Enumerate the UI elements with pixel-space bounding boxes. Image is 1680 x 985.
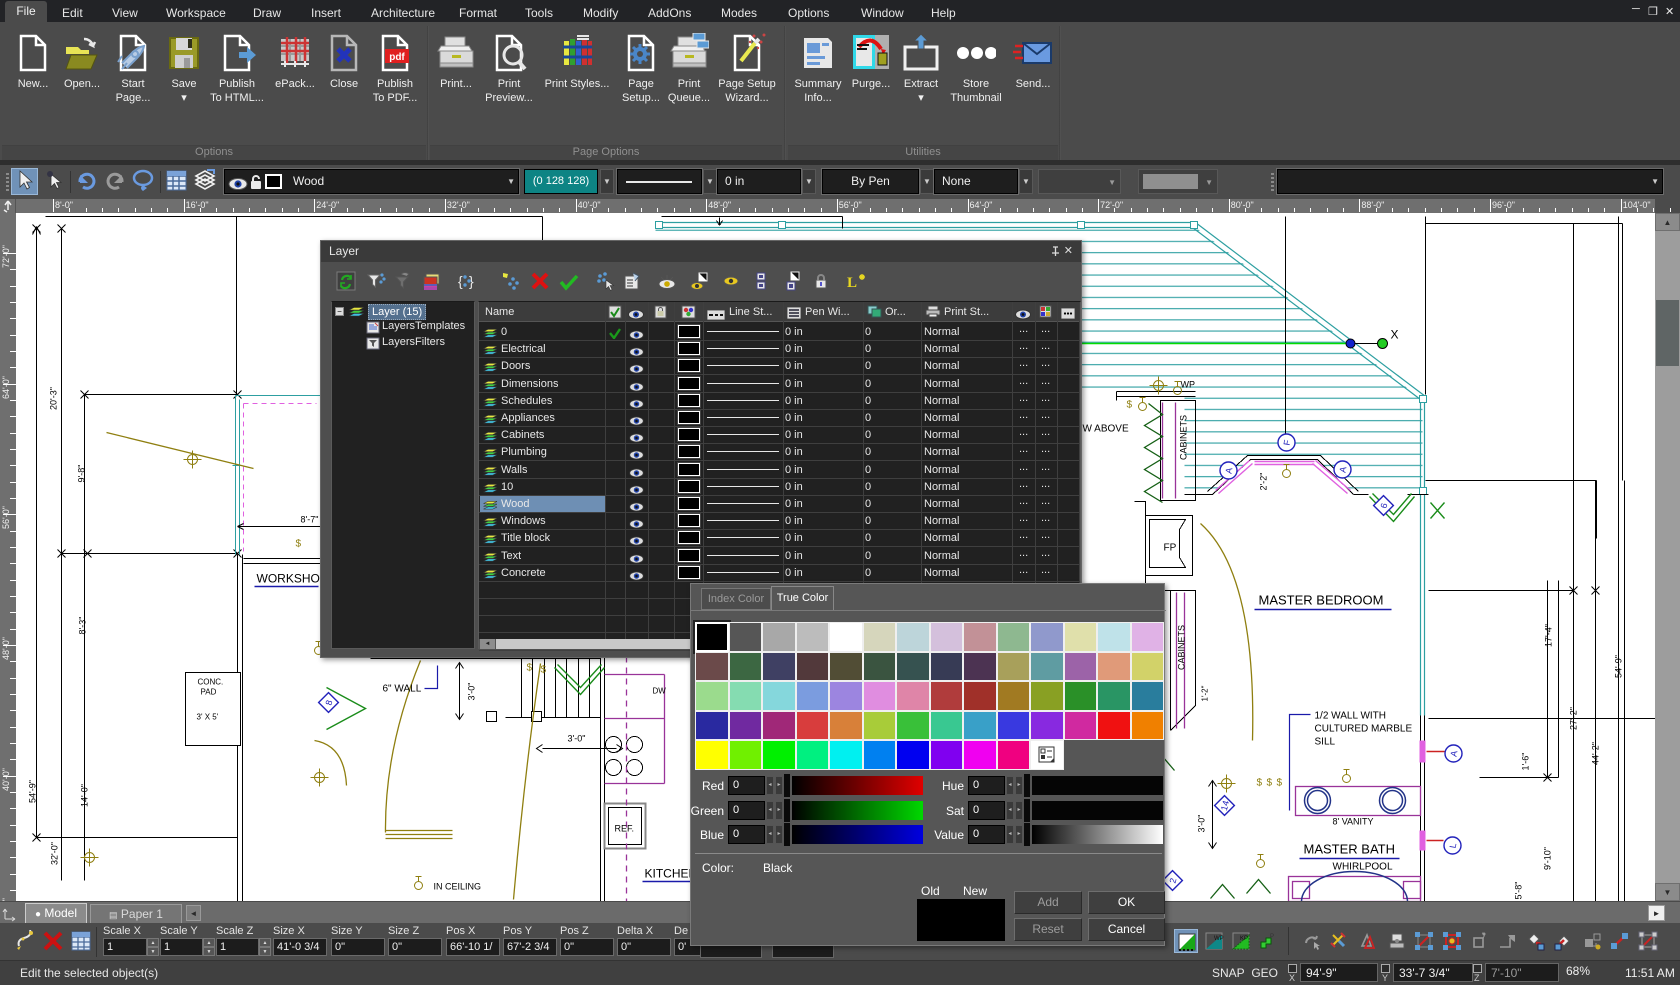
svg-text:8'-3": 8'-3": [78, 617, 88, 635]
svg-text:$: $: [296, 539, 302, 550]
svg-text:IN CEILING: IN CEILING: [434, 882, 482, 892]
svg-text:44'-2": 44'-2": [1591, 742, 1601, 765]
svg-text:MASTER BATH: MASTER BATH: [1304, 842, 1396, 857]
svg-text:3'-0": 3'-0": [1197, 815, 1207, 833]
svg-text:54'-9": 54'-9": [28, 780, 38, 803]
svg-text:WP: WP: [1181, 380, 1196, 390]
svg-text:$: $: [1127, 400, 1133, 411]
svg-text:W ABOVE: W ABOVE: [1083, 424, 1129, 435]
svg-text:8'-7": 8'-7": [301, 515, 319, 525]
svg-text:{: {: [458, 273, 463, 289]
svg-text:KP: KP: [1240, 936, 1248, 942]
svg-text:CONC.: CONC.: [198, 678, 224, 687]
svg-text:3' X 5': 3' X 5': [197, 713, 219, 722]
svg-text:$: $: [1277, 778, 1283, 789]
svg-text:PAD: PAD: [201, 688, 217, 697]
svg-text:1'-6": 1'-6": [1521, 753, 1531, 771]
svg-text:P: P: [1270, 934, 1274, 940]
svg-text:32'-0": 32'-0": [50, 842, 60, 865]
svg-text:$: $: [1267, 778, 1273, 789]
svg-text:5'-8": 5'-8": [1514, 882, 1524, 900]
svg-text:3'-0": 3'-0": [568, 734, 586, 744]
svg-text:CABINETS: CABINETS: [1179, 415, 1189, 460]
svg-text:REF.: REF.: [615, 824, 635, 834]
svg-text:8' VANITY: 8' VANITY: [1333, 817, 1374, 827]
svg-text:27'-2": 27'-2": [1569, 707, 1579, 730]
svg-text:L: L: [847, 275, 857, 291]
svg-text:MASTER BEDROOM: MASTER BEDROOM: [1259, 593, 1384, 608]
svg-text:6" WALL: 6" WALL: [383, 684, 422, 695]
svg-text:FP: FP: [1164, 543, 1177, 554]
svg-text:9'-10": 9'-10": [1543, 847, 1553, 870]
svg-text:DW: DW: [653, 687, 667, 696]
svg-text:CULTURED MARBLE: CULTURED MARBLE: [1315, 724, 1413, 735]
svg-text:54'-9": 54'-9": [1614, 655, 1624, 678]
svg-text:20'-3": 20'-3": [49, 387, 59, 410]
svg-text:$: $: [527, 663, 533, 674]
svg-text:WHIRLPOOL: WHIRLPOOL: [1333, 862, 1393, 873]
svg-text:1/2 WALL WITH: 1/2 WALL WITH: [1315, 711, 1387, 722]
svg-text:3'-0": 3'-0": [467, 683, 477, 701]
svg-text:SILL: SILL: [1315, 737, 1336, 748]
svg-text:1'-2": 1'-2": [1201, 685, 1210, 701]
svg-text:9'-8": 9'-8": [77, 465, 87, 483]
svg-text:WORKSHOP: WORKSHOP: [257, 572, 328, 586]
svg-text:CABINETS: CABINETS: [1177, 625, 1187, 670]
svg-text:14'-0": 14'-0": [80, 784, 90, 807]
svg-text:$: $: [541, 665, 547, 676]
svg-text:17'-4": 17'-4": [1544, 624, 1554, 647]
svg-text:X: X: [1391, 328, 1399, 342]
svg-text:2'-2": 2'-2": [1259, 473, 1269, 491]
svg-text:WP: WP: [1214, 936, 1224, 942]
svg-text:$: $: [1257, 778, 1263, 789]
svg-text:pdf: pdf: [389, 52, 405, 63]
